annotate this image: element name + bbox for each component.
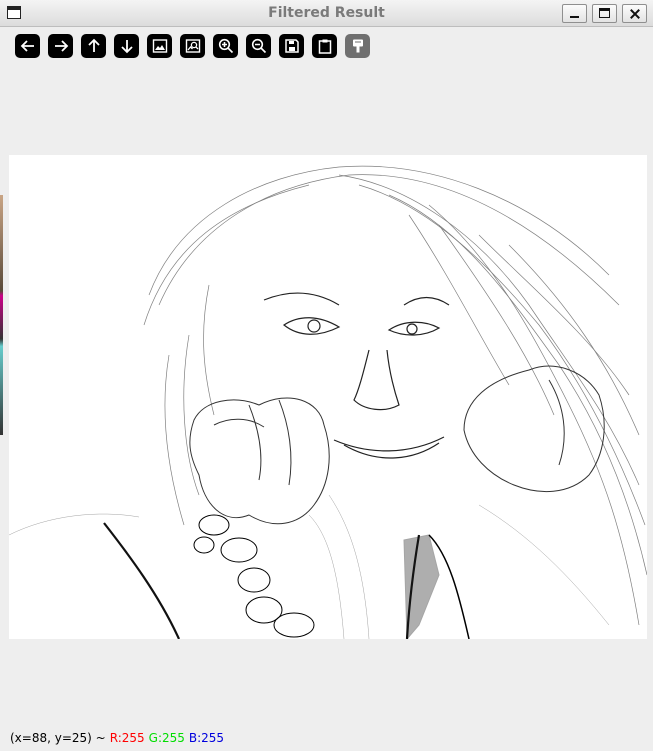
maximize-button[interactable] [592,4,617,23]
blue-value: B:255 [188,731,225,745]
arrow-down-icon [120,40,133,54]
status-bar: (x=88, y=25) ~ R:255 G:255 B:255 [10,731,228,745]
zoom-original-button[interactable] [180,34,205,58]
window-title: Filtered Result [268,5,385,21]
pan-left-button[interactable] [15,34,40,58]
arrow-up-icon [87,38,100,52]
title-bar[interactable]: Filtered Result [0,0,653,27]
save-icon [284,39,299,53]
zoom-in-button[interactable] [213,34,238,58]
close-button[interactable] [622,4,647,23]
red-value: R:255 [109,731,145,745]
green-value: G:255 [148,731,185,745]
pencil-sketch-portrait-image [9,165,647,639]
zoom-out-icon [251,38,266,54]
cursor-coordinates: (x=88, y=25) ~ [10,731,106,745]
clipboard-icon [318,39,331,54]
pan-down-button[interactable] [114,34,139,58]
pan-right-button[interactable] [48,34,73,58]
background-window-edge [0,195,3,435]
zoom-fit-button[interactable] [147,34,172,58]
save-button[interactable] [279,34,304,58]
arrow-left-icon [20,40,34,52]
image-canvas[interactable] [9,155,647,639]
properties-button[interactable] [345,34,370,58]
pan-up-button[interactable] [81,34,106,58]
image-zoom-icon [185,39,200,53]
minimize-button[interactable] [562,4,587,23]
zoom-out-button[interactable] [246,34,271,58]
paint-brush-icon [352,39,363,53]
arrow-right-icon [54,40,68,52]
image-icon [152,39,167,53]
zoom-in-icon [218,38,233,54]
copy-button[interactable] [312,34,337,58]
